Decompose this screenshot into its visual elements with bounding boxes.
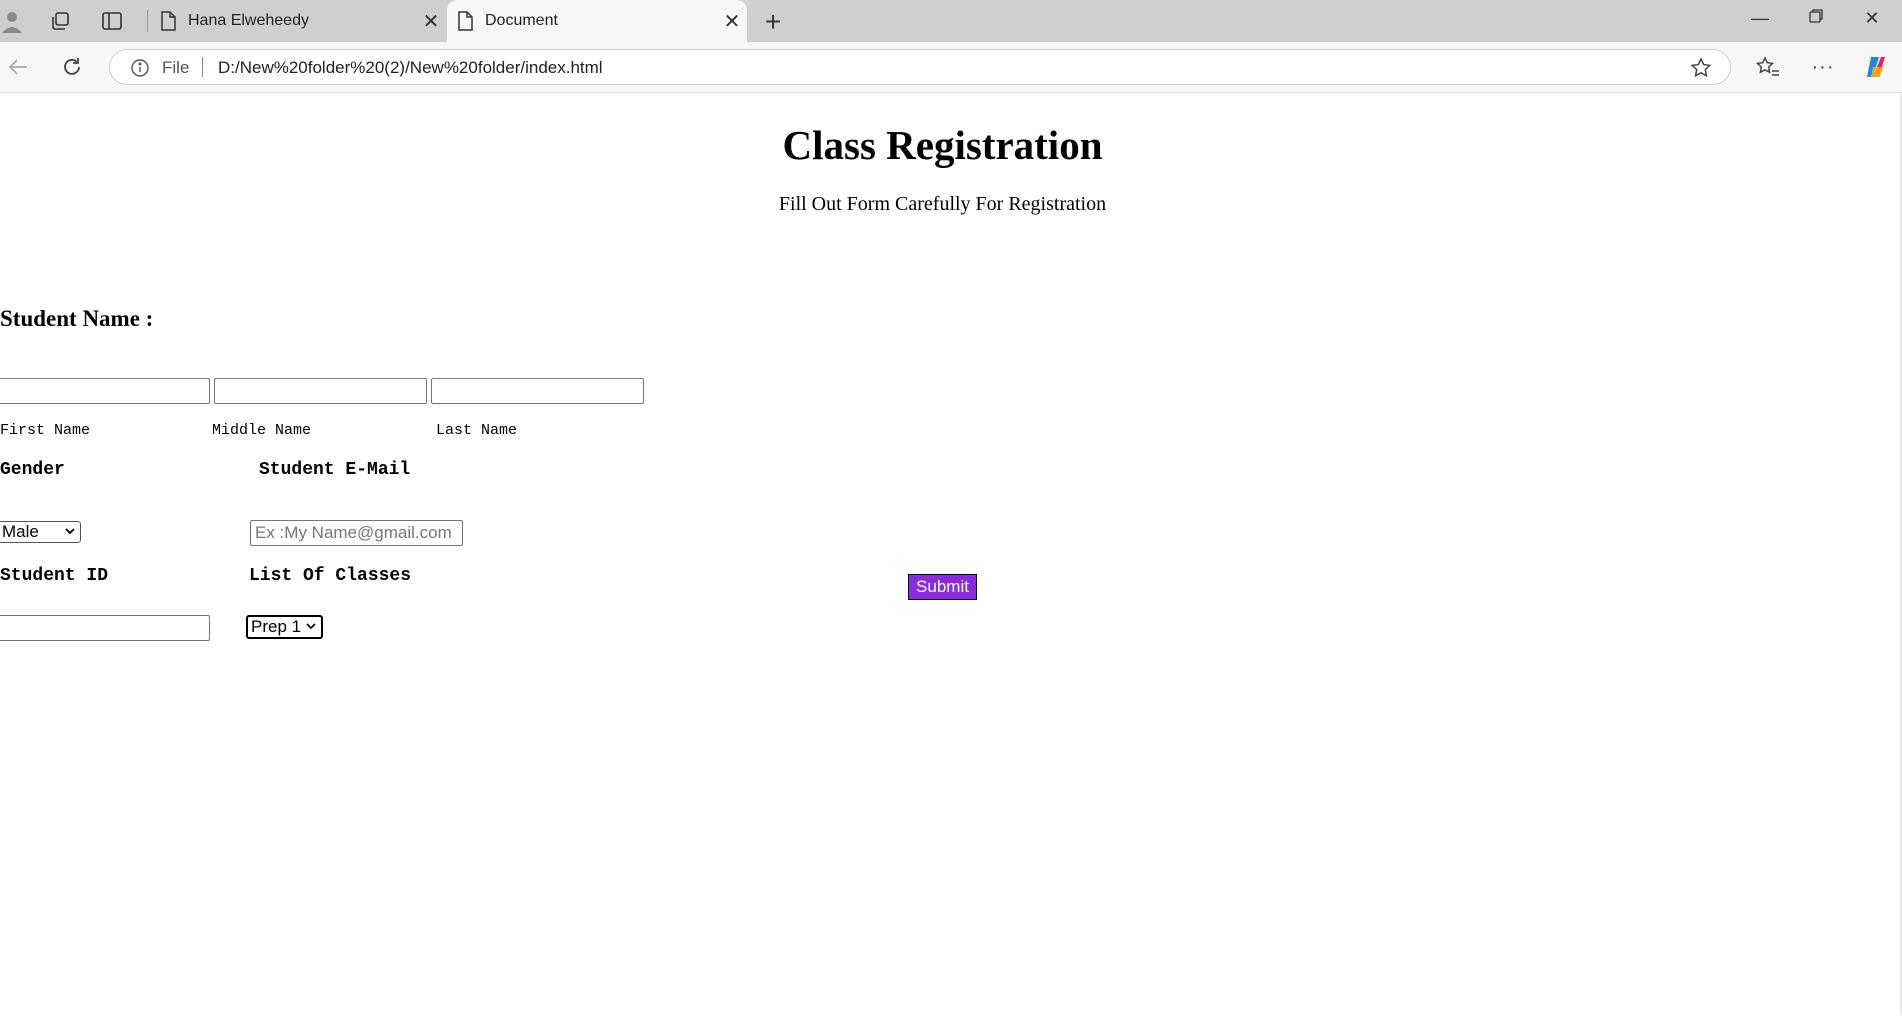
tab-title: Hana Elweheedy xyxy=(188,12,309,29)
favorites-icon[interactable] xyxy=(1755,54,1781,80)
email-input[interactable] xyxy=(250,520,463,546)
browser-toolbar: File D:/New%20folder%20(2)/New%20folder/… xyxy=(0,42,1902,93)
star-icon[interactable] xyxy=(1690,57,1712,84)
email-label: Student E-Mail xyxy=(259,460,411,480)
document-icon xyxy=(160,11,176,31)
refresh-icon[interactable] xyxy=(59,54,85,80)
gender-select-value: Male xyxy=(2,522,39,541)
back-arrow-icon[interactable] xyxy=(5,54,31,80)
chevron-down-icon xyxy=(305,620,317,635)
student-id-input[interactable] xyxy=(0,615,210,641)
info-icon[interactable] xyxy=(130,58,150,83)
student-name-label: Student Name : xyxy=(0,306,154,331)
page-content: Class Registration Fill Out Form Careful… xyxy=(0,93,1900,1015)
address-scheme-label: File xyxy=(162,58,190,77)
first-name-label: First Name xyxy=(0,422,91,439)
gender-select[interactable]: Male xyxy=(0,521,81,543)
chevron-down-icon xyxy=(64,525,76,540)
new-tab-plus-icon[interactable]: + xyxy=(758,6,788,38)
last-name-label: Last Name xyxy=(436,422,518,439)
profile-icon[interactable] xyxy=(0,9,24,33)
workspaces-icon[interactable] xyxy=(48,9,72,33)
student-id-label: Student ID xyxy=(0,566,109,586)
minimize-icon[interactable]: — xyxy=(1738,8,1782,34)
tab-actions-icon[interactable] xyxy=(100,9,124,33)
address-bar[interactable]: File D:/New%20folder%20(2)/New%20folder/… xyxy=(109,49,1731,85)
middle-name-label: Middle Name xyxy=(212,422,312,439)
first-name-input[interactable] xyxy=(0,378,210,404)
restore-icon[interactable] xyxy=(1794,8,1838,34)
classes-select-value: Prep 1 xyxy=(251,617,302,636)
window-close-icon[interactable]: ✕ xyxy=(1850,8,1894,34)
address-separator xyxy=(202,57,203,77)
last-name-input[interactable] xyxy=(431,378,644,404)
copilot-icon[interactable] xyxy=(1863,54,1889,80)
middle-name-input[interactable] xyxy=(214,378,427,404)
document-icon xyxy=(457,11,473,31)
close-icon[interactable]: ✕ xyxy=(717,9,747,34)
classes-select[interactable]: Prep 1 xyxy=(246,615,323,639)
more-icon[interactable]: ··· xyxy=(1810,54,1836,80)
tab-separator xyxy=(147,10,148,32)
page-title: Class Registration xyxy=(782,122,1103,168)
page-subtitle: Fill Out Form Carefully For Registration xyxy=(778,193,1107,215)
tab-document[interactable]: Document ✕ xyxy=(447,0,747,42)
address-url[interactable]: D:/New%20folder%20(2)/New%20folder/index… xyxy=(218,58,603,78)
classes-label: List Of Classes xyxy=(249,566,412,586)
submit-button[interactable]: Submit xyxy=(908,574,977,600)
tab-hana-elweheedy[interactable]: Hana Elweheedy ✕ xyxy=(150,0,446,42)
close-icon[interactable]: ✕ xyxy=(416,9,446,34)
tab-title: Document xyxy=(485,12,558,29)
gender-label: Gender xyxy=(0,460,65,480)
tab-bar: Hana Elweheedy ✕ Document ✕ + — ✕ xyxy=(0,0,1902,42)
